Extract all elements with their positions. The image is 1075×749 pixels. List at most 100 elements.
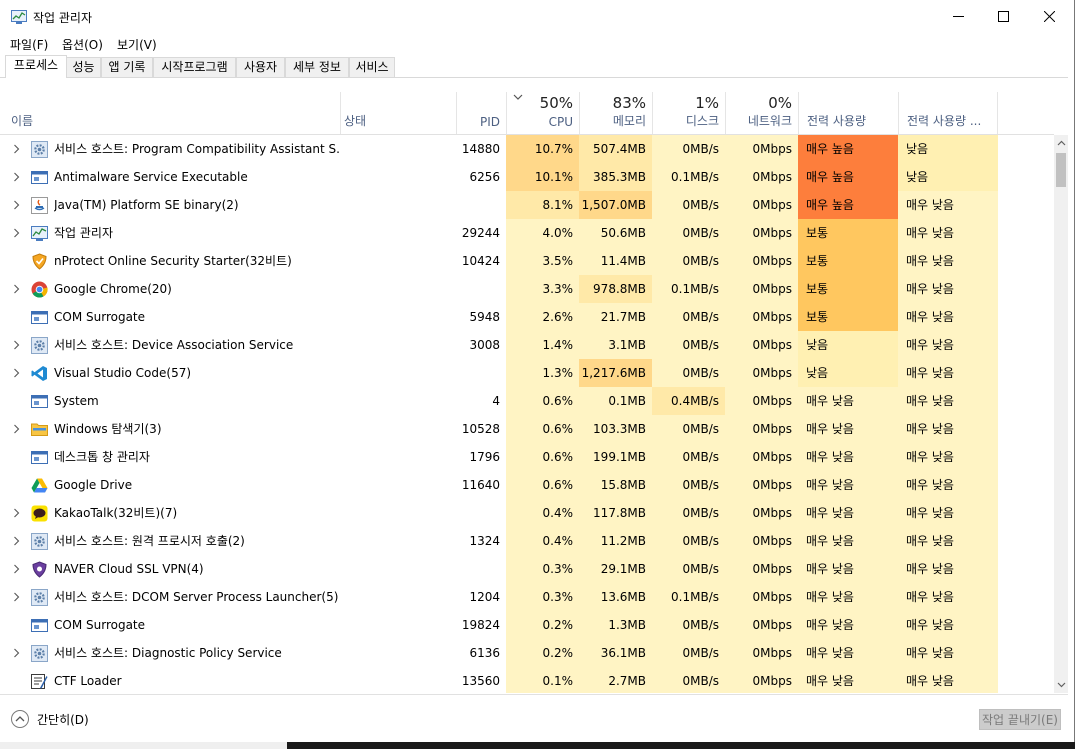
process-cpu: 3.3% <box>506 275 579 303</box>
minimize-button[interactable] <box>935 0 981 33</box>
scroll-up-button[interactable] <box>1054 135 1068 151</box>
column-disk[interactable]: 1% 디스크 <box>652 92 725 134</box>
scroll-down-button[interactable] <box>1054 677 1068 693</box>
expand-chevron-icon[interactable] <box>9 527 23 555</box>
maximize-button[interactable] <box>980 0 1026 33</box>
title-bar[interactable]: 작업 관리자 <box>0 0 1075 33</box>
column-disk-label: 디스크 <box>685 114 719 128</box>
process-pid: 6256 <box>469 170 500 184</box>
process-row[interactable]: KakaoTalk(32비트)(7) 0.4% 117.8MB 0MB/s 0Mbps 매… <box>0 499 1054 527</box>
service-gear-icon <box>31 645 48 662</box>
scroll-thumb[interactable] <box>1056 153 1066 187</box>
tab-users[interactable]: 사용자 <box>236 57 285 77</box>
expand-chevron-icon[interactable] <box>9 331 23 359</box>
tab-services[interactable]: 서비스 <box>349 57 395 77</box>
expand-chevron-icon[interactable] <box>9 163 23 191</box>
column-memory[interactable]: 83% 메모리 <box>579 92 652 134</box>
column-cpu[interactable]: 50% CPU <box>506 92 579 134</box>
column-power-usage-trend[interactable]: 전력 사용량 ... <box>898 92 998 134</box>
column-name[interactable]: 이름 <box>0 92 340 134</box>
process-status <box>340 219 455 247</box>
process-power-usage: 매우 높음 <box>798 191 898 219</box>
menu-file[interactable]: 파일(F) <box>10 36 48 53</box>
window-app-icon <box>31 309 48 326</box>
menu-view[interactable]: 보기(V) <box>117 36 157 53</box>
process-power-usage-trend: 매우 낮음 <box>898 527 998 555</box>
end-task-button[interactable]: 작업 끝내기(E) <box>979 709 1061 730</box>
process-row[interactable]: System 4 0.6% 0.1MB 0.4MB/s 0Mbps 매우 낮음 매우 낮음 <box>0 387 1054 415</box>
expand-chevron-icon[interactable] <box>9 219 23 247</box>
expand-chevron-icon <box>9 443 23 471</box>
process-disk: 0MB/s <box>652 639 725 667</box>
process-memory: 385.3MB <box>579 163 652 191</box>
tab-details[interactable]: 세부 정보 <box>285 57 349 77</box>
process-row[interactable]: 작업 관리자 29244 4.0% 50.6MB 0MB/s 0Mbps 보통 매우 낮음 <box>0 219 1054 247</box>
expand-chevron-icon[interactable] <box>9 499 23 527</box>
process-row[interactable]: Visual Studio Code(57) 1.3% 1,217.6MB 0MB/s… <box>0 359 1054 387</box>
process-pid: 5948 <box>469 310 500 324</box>
process-row[interactable]: nProtect Online Security Starter(32비트) 10… <box>0 247 1054 275</box>
process-disk: 0MB/s <box>652 471 725 499</box>
process-power-usage: 매우 낮음 <box>798 499 898 527</box>
process-row[interactable]: 서비스 호스트: Device Association Service 3008 1… <box>0 331 1054 359</box>
process-status <box>340 359 455 387</box>
service-gear-icon <box>31 589 48 606</box>
process-pid: 14880 <box>461 142 500 156</box>
process-row[interactable]: Google Chrome(20) 3.3% 978.8MB 0.1MB/s 0Mbps… <box>0 275 1054 303</box>
process-row[interactable]: Google Drive 11640 0.6% 15.8MB 0MB/s 0Mbps 매우 … <box>0 471 1054 499</box>
expand-chevron-icon[interactable] <box>9 555 23 583</box>
process-row[interactable]: Java(TM) Platform SE binary(2) 8.1% 1,507.… <box>0 191 1054 219</box>
process-row[interactable]: 서비스 호스트: DCOM Server Process Launcher(5)… <box>0 583 1054 611</box>
process-row[interactable]: 서비스 호스트: Program Compatibility Assistant… <box>0 135 1054 163</box>
ctf-loader-icon <box>31 673 48 690</box>
process-status <box>340 135 455 163</box>
column-cpu-label: CPU <box>548 115 573 129</box>
process-name: 서비스 호스트: Diagnostic Policy Service <box>54 646 282 660</box>
process-status <box>340 555 455 583</box>
process-network: 0Mbps <box>725 667 798 693</box>
memory-total-percent: 83% <box>612 94 646 112</box>
process-row[interactable]: 서비스 호스트: Diagnostic Policy Service 6136 0.… <box>0 639 1054 667</box>
process-row[interactable]: Antimalware Service Executable 6256 10.1% 3… <box>0 163 1054 191</box>
process-row[interactable]: 데스크톱 창 관리자 1796 0.6% 199.1MB 0MB/s 0Mbps 매우 낮음… <box>0 443 1054 471</box>
process-cpu: 4.0% <box>506 219 579 247</box>
expand-chevron-icon[interactable] <box>9 359 23 387</box>
menu-options[interactable]: 옵션(O) <box>62 36 103 53</box>
expand-chevron-icon[interactable] <box>9 191 23 219</box>
process-power-usage: 보통 <box>798 247 898 275</box>
expand-chevron-icon[interactable] <box>9 639 23 667</box>
process-network: 0Mbps <box>725 499 798 527</box>
process-name: 데스크톱 창 관리자 <box>54 450 150 464</box>
process-memory: 1,217.6MB <box>579 359 652 387</box>
process-cpu: 0.6% <box>506 415 579 443</box>
expand-chevron-icon[interactable] <box>9 135 23 163</box>
column-network[interactable]: 0% 네트워크 <box>725 92 798 134</box>
process-row[interactable]: Windows 탐색기(3) 10528 0.6% 103.3MB 0MB/s 0Mbps… <box>0 415 1054 443</box>
tab-performance[interactable]: 성능 <box>66 57 101 77</box>
expand-chevron-icon[interactable] <box>9 415 23 443</box>
expand-chevron-icon[interactable] <box>9 275 23 303</box>
column-power-usage[interactable]: 전력 사용량 <box>798 92 898 134</box>
tab-startup[interactable]: 시작프로그램 <box>153 57 236 77</box>
process-row[interactable]: COM Surrogate 5948 2.6% 21.7MB 0MB/s 0Mbps 보통 매… <box>0 303 1054 331</box>
process-row[interactable]: NAVER Cloud SSL VPN(4) 0.3% 29.1MB 0MB/s 0Mb… <box>0 555 1054 583</box>
process-cpu: 0.3% <box>506 583 579 611</box>
window-app-icon <box>31 169 48 186</box>
fewer-details-button[interactable]: 간단히(D) <box>10 709 89 729</box>
process-row[interactable]: COM Surrogate 19824 0.2% 1.3MB 0MB/s 0Mbps 매우 … <box>0 611 1054 639</box>
process-status <box>340 387 455 415</box>
tab-processes[interactable]: 프로세스 <box>5 55 67 78</box>
window-app-icon <box>31 617 48 634</box>
process-disk: 0MB/s <box>652 527 725 555</box>
process-memory: 117.8MB <box>579 499 652 527</box>
process-row[interactable]: 서비스 호스트: 원격 프로시저 호출(2) 1324 0.4% 11.2MB 0MB/… <box>0 527 1054 555</box>
vertical-scrollbar[interactable] <box>1054 135 1068 693</box>
close-button[interactable] <box>1026 0 1072 33</box>
column-pid[interactable]: PID <box>456 92 506 134</box>
expand-chevron-icon[interactable] <box>9 583 23 611</box>
column-status[interactable]: 상태 <box>340 92 456 134</box>
tab-app-history[interactable]: 앱 기록 <box>101 57 153 77</box>
process-row[interactable]: CTF Loader 13560 0.1% 2.7MB 0MB/s 0Mbps 매우 낮음 매… <box>0 667 1054 693</box>
expand-chevron-icon <box>9 471 23 499</box>
java-icon <box>31 197 48 214</box>
